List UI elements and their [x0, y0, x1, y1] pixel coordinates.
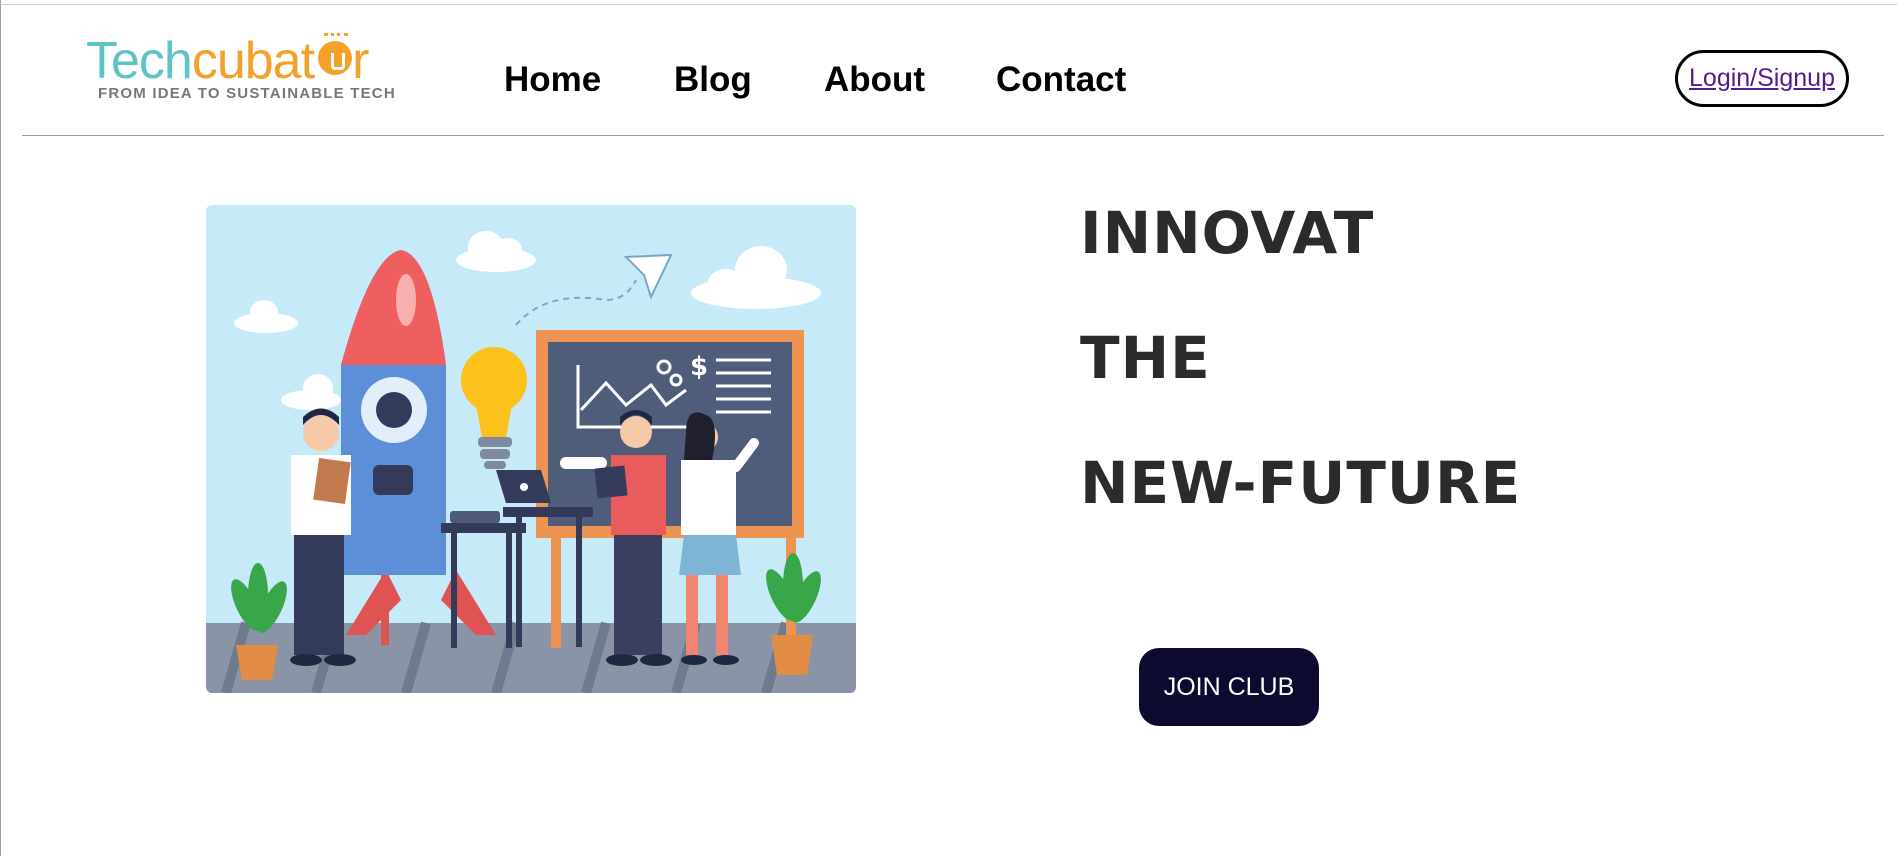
site-header: Techcubat r FROM IDEA TO SUSTAINABLE TECH… [0, 5, 1897, 135]
hero-headline-line-2: THE [1080, 324, 1211, 392]
svg-text:$: $ [690, 352, 708, 382]
join-club-button[interactable]: JOIN CLUB [1139, 648, 1319, 726]
techcubator-logo[interactable]: Techcubat r FROM IDEA TO SUSTAINABLE TECH [86, 30, 431, 105]
logo-tagline: FROM IDEA TO SUSTAINABLE TECH [98, 85, 396, 102]
hero-headline-line-1: INNOVAT [1080, 199, 1375, 267]
nav-blog[interactable]: Blog [674, 60, 752, 100]
startup-team-illustration: $ [206, 205, 856, 693]
logo-wordmark: Techcubat r [86, 32, 369, 90]
nav-contact[interactable]: Contact [996, 60, 1126, 100]
lightbulb-icon [316, 33, 353, 81]
hero-headline-line-3: NEW-FUTURE [1080, 449, 1522, 517]
nav-home[interactable]: Home [504, 60, 601, 100]
login-signup-button[interactable]: Login/Signup [1675, 50, 1849, 107]
header-divider [22, 135, 1884, 136]
nav-about[interactable]: About [824, 60, 925, 100]
